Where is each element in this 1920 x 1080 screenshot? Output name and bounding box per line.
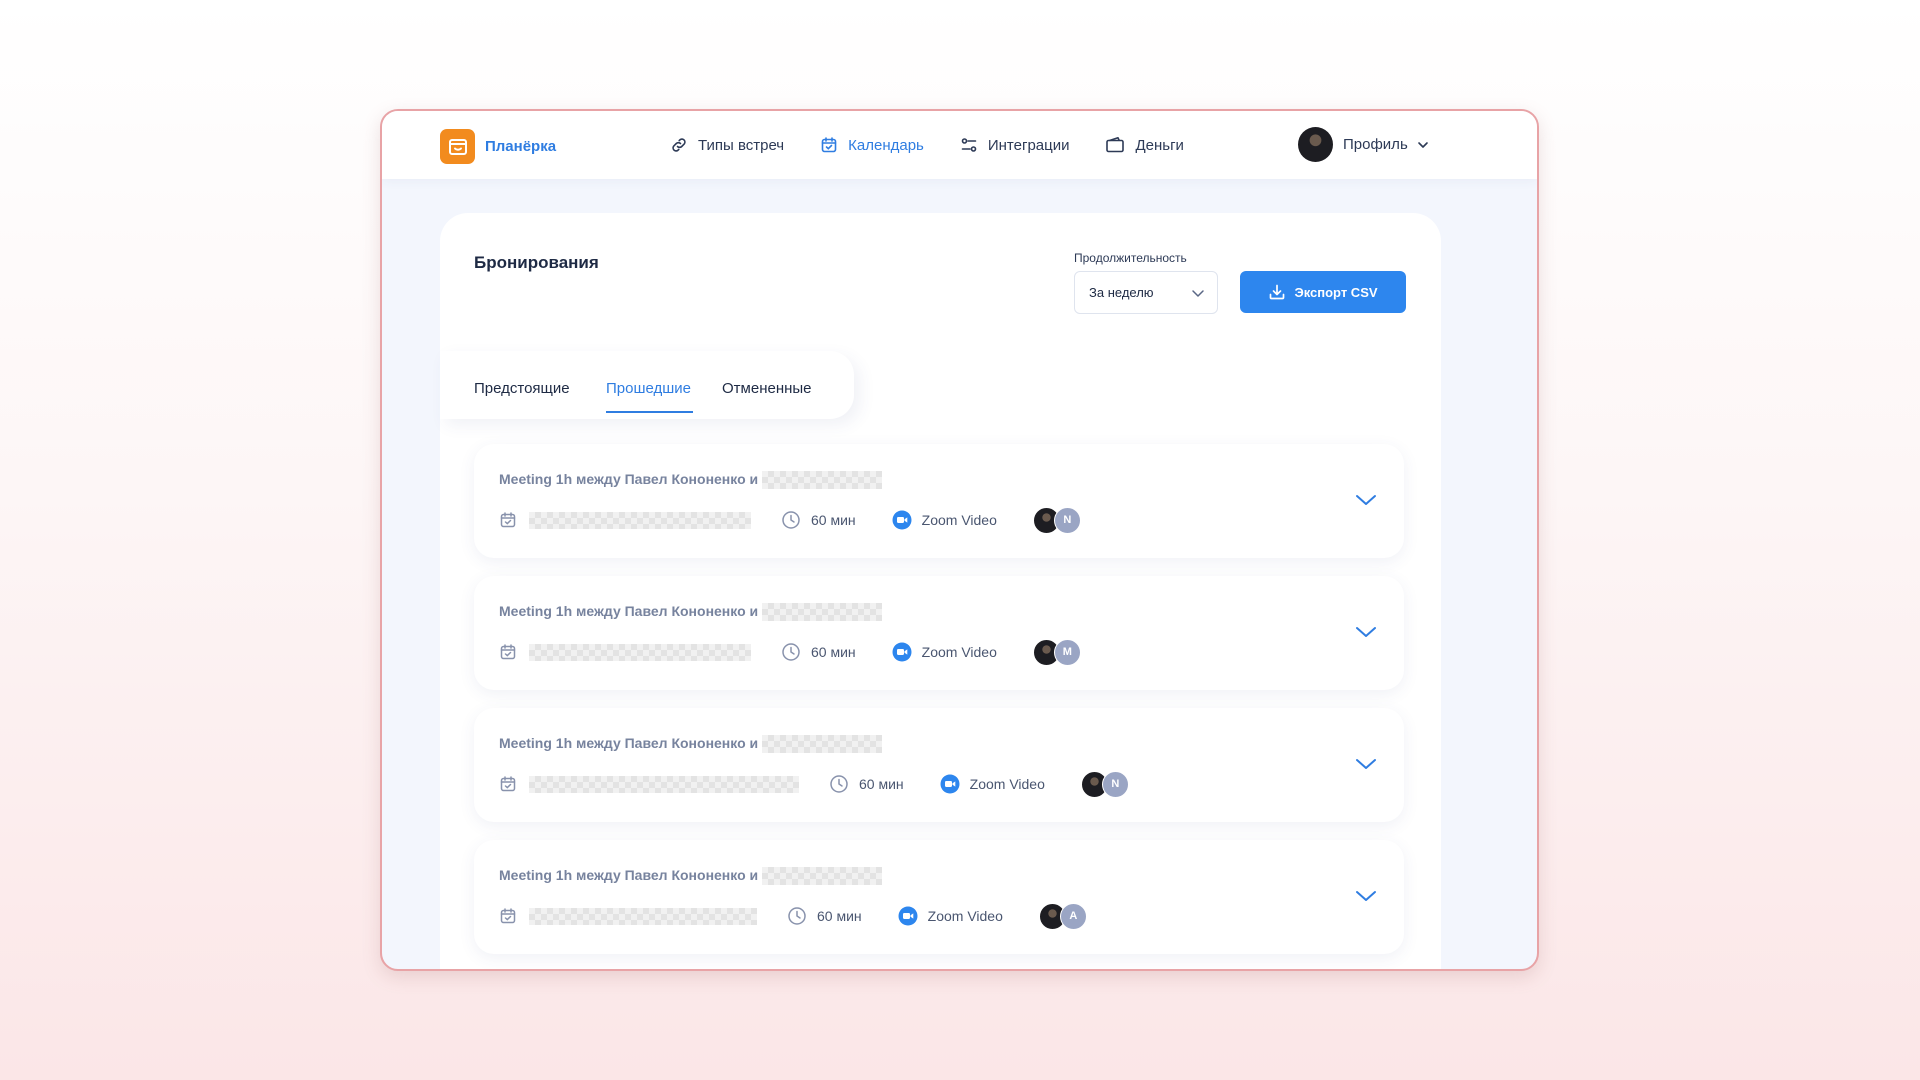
tab-past[interactable]: Прошедшие [606,380,691,397]
booking-duration: 60 мин [811,512,856,528]
download-icon [1270,284,1285,300]
logo-icon [440,129,475,164]
booking-meta: 60 мин Zoom Video N [499,506,1081,534]
tab-upcoming[interactable]: Предстоящие [474,380,570,397]
chevron-down-icon[interactable] [1354,756,1378,772]
booking-duration: 60 мин [859,776,904,792]
calendar-icon [500,908,516,924]
booking-title: Meeting 1h между Павел Кононенко и [499,867,883,886]
booking-location: Zoom Video [921,644,997,660]
calendar-icon [500,776,516,792]
link-icon [672,138,686,152]
top-bar: Планёрка Типы встреч Календарь Интеграци… [382,111,1537,179]
guest-avatar: A [1059,902,1087,930]
nav-item-meeting-types[interactable]: Типы встреч [670,136,784,154]
booking-duration: 60 мин [817,908,862,924]
app-window: Планёрка Типы встреч Календарь Интеграци… [380,109,1539,971]
zoom-video-icon [892,510,912,530]
duration-label: Продолжительность [1074,251,1187,265]
calendar-icon [500,644,516,660]
duration-select[interactable]: За неделю [1074,271,1218,314]
chevron-down-icon [1417,141,1428,148]
zoom-video-icon [892,642,912,662]
booking-duration: 60 мин [811,644,856,660]
redacted-name [762,867,883,886]
guest-avatar: N [1053,506,1081,534]
redacted-date [529,907,757,925]
nav-label: Календарь [848,136,924,154]
main-nav: Типы встреч Календарь Интеграции Деньги [670,111,1220,179]
page-title: Бронирования [474,253,599,272]
export-csv-button[interactable]: Экспорт CSV [1240,271,1406,313]
booking-item[interactable]: Meeting 1h между Павел Кононенко и 60 ми… [474,444,1404,558]
calendar-icon [500,512,516,528]
wallet-icon [1106,137,1125,153]
profile-label: Профиль [1343,136,1408,153]
booking-item[interactable]: Meeting 1h между Павел Кононенко и 60 ми… [474,576,1404,690]
participants: A [1038,902,1087,930]
participants: N [1032,506,1081,534]
redacted-date [529,511,751,529]
booking-location: Zoom Video [927,908,1003,924]
bookings-tabs: Предстоящие Прошедшие Отмененные [440,351,854,419]
nav-item-integrations[interactable]: Интеграции [960,136,1070,154]
calendar-icon [821,137,837,153]
chevron-down-icon [1192,290,1204,297]
booking-title: Meeting 1h между Павел Кононенко и [499,471,883,490]
redacted-name [762,603,883,622]
nav-label: Интеграции [987,136,1070,154]
guest-avatar: N [1101,770,1129,798]
booking-title: Meeting 1h между Павел Кононенко и [499,603,883,622]
avatar [1298,127,1333,162]
duration-value: За неделю [1089,285,1154,300]
participants: M [1032,638,1081,666]
redacted-name [762,735,883,754]
integrations-icon [961,138,977,152]
redacted-date [529,775,799,793]
app-name: Планёрка [485,138,557,155]
booking-meta: 60 мин Zoom Video M [499,638,1081,666]
nav-label: Типы встреч [698,136,785,154]
nav-item-money[interactable]: Деньги [1105,136,1184,154]
export-label: Экспорт CSV [1294,284,1378,300]
zoom-video-icon [940,774,960,794]
bookings-card: Бронирования Продолжительность За неделю… [440,213,1441,969]
guest-avatar: M [1053,638,1081,666]
booking-location: Zoom Video [921,512,997,528]
booking-item[interactable]: Meeting 1h между Павел Кононенко и 60 ми… [474,840,1404,954]
tab-cancelled[interactable]: Отмененные [722,380,812,397]
redacted-date [529,643,751,661]
redacted-name [762,471,883,490]
clock-icon [788,907,806,925]
booking-meta: 60 мин Zoom Video A [499,902,1087,930]
nav-item-calendar[interactable]: Календарь [820,136,924,154]
clock-icon [782,511,800,529]
nav-label: Деньги [1135,136,1184,154]
chevron-down-icon[interactable] [1354,624,1378,640]
clock-icon [830,775,848,793]
app-logo[interactable]: Планёрка [440,129,556,164]
active-tab-indicator [606,411,693,413]
zoom-video-icon [898,906,918,926]
booking-title: Meeting 1h между Павел Кононенко и [499,735,883,754]
participants: N [1080,770,1129,798]
booking-item[interactable]: Meeting 1h между Павел Кононенко и 60 ми… [474,708,1404,822]
profile-menu[interactable]: Профиль [1298,127,1430,162]
clock-icon [782,643,800,661]
booking-location: Zoom Video [969,776,1045,792]
chevron-down-icon[interactable] [1354,888,1378,904]
chevron-down-icon[interactable] [1354,492,1378,508]
booking-meta: 60 мин Zoom Video N [499,770,1129,798]
